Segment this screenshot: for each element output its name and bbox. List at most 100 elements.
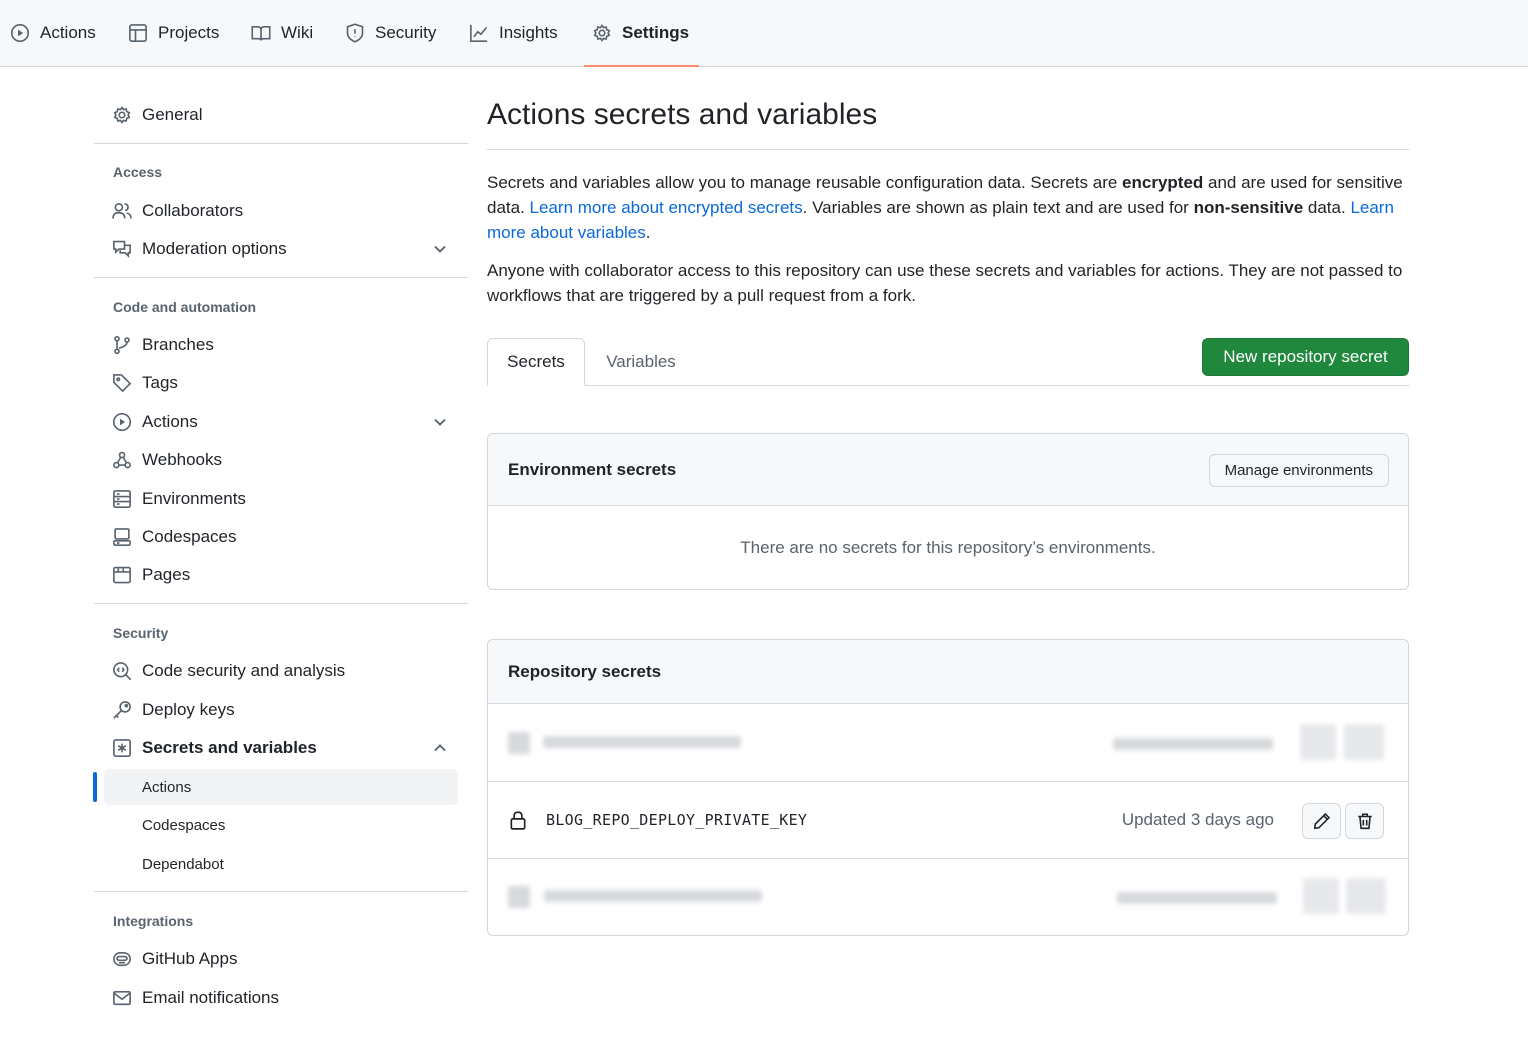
repository-secrets-box: Repository secrets BLOG_REPO_DEPLOY_PRIV…	[487, 639, 1409, 936]
pencil-icon	[1313, 812, 1331, 830]
sidebar-item-email-notifications[interactable]: Email notifications	[104, 980, 458, 1016]
tab-variables[interactable]: Variables	[592, 338, 690, 386]
webhook-icon	[112, 450, 132, 470]
sidebar-item-label: Codespaces	[142, 527, 237, 546]
sidebar-item-branches[interactable]: Branches	[104, 327, 458, 363]
tab-label: Projects	[158, 23, 220, 42]
sidebar-item-label: Webhooks	[142, 450, 223, 469]
intro-emphasis: non-sensitive	[1193, 198, 1304, 217]
sidebar-item-label: Moderation options	[142, 239, 287, 258]
browser-icon	[112, 565, 132, 585]
sidebar-item-pages[interactable]: Pages	[104, 557, 458, 593]
redacted-secret-name	[544, 890, 762, 902]
tab-projects[interactable]: Projects	[128, 0, 219, 66]
secret-name: BLOG_REPO_DEPLOY_PRIVATE_KEY	[546, 811, 808, 829]
book-icon	[251, 23, 271, 43]
sidebar-item-collaborators[interactable]: Collaborators	[104, 193, 458, 229]
secret-row: BLOG_REPO_DEPLOY_PRIVATE_KEY Updated 3 d…	[488, 781, 1408, 858]
intro-paragraph: Secrets and variables allow you to manag…	[487, 170, 1417, 245]
sidebar-item-label: GitHub Apps	[142, 949, 238, 968]
current-item-indicator	[93, 772, 97, 802]
sidebar-item-secrets-and-variables[interactable]: Secrets and variables	[104, 730, 458, 766]
manage-environments-button[interactable]: Manage environments	[1208, 454, 1389, 487]
redacted-edit-button[interactable]	[1300, 724, 1336, 760]
branch-icon	[112, 335, 132, 355]
sidebar-item-moderation-options[interactable]: Moderation options	[104, 231, 458, 267]
tab-label: Wiki	[281, 23, 314, 42]
intro-text: data.	[1303, 198, 1351, 217]
redacted-updated-text	[1113, 738, 1273, 750]
tab-actions[interactable]: Actions	[10, 0, 96, 66]
sidebar-item-label: Branches	[142, 335, 214, 354]
intro-text: .	[645, 223, 651, 242]
sidebar-item-general[interactable]: General	[104, 97, 458, 133]
tab-insights[interactable]: Insights	[469, 0, 558, 66]
tab-secrets[interactable]: Secrets	[487, 338, 585, 386]
redacted-delete-button[interactable]	[1346, 878, 1386, 914]
page-title: Actions secrets and variables	[487, 98, 878, 131]
redacted-delete-button[interactable]	[1344, 724, 1384, 760]
environment-secrets-heading: Environment secrets	[508, 459, 677, 479]
key-asterisk-icon	[112, 738, 132, 758]
chevron-up-icon	[430, 738, 450, 758]
intro-emphasis: encrypted	[1122, 173, 1204, 192]
sidebar-subitem-codespaces[interactable]: Codespaces	[104, 807, 458, 843]
sidebar-divider	[94, 603, 468, 604]
intro-text: Secrets and variables allow you to manag…	[487, 173, 1123, 192]
redacted-secret-name	[543, 736, 741, 748]
sidebar-divider	[94, 277, 468, 278]
repository-secrets-heading: Repository secrets	[508, 661, 662, 681]
graph-icon	[469, 23, 489, 43]
sidebar-divider	[94, 143, 468, 144]
sidebar-item-label: Email notifications	[142, 988, 280, 1007]
redacted-edit-button[interactable]	[1303, 878, 1339, 914]
sidebar-item-codespaces[interactable]: Codespaces	[104, 519, 458, 555]
sidebar-heading-access: Access	[113, 164, 163, 180]
tab-label: Actions	[40, 23, 96, 42]
learn-more-secrets-link[interactable]: Learn more about encrypted secrets	[530, 198, 803, 217]
sidebar-item-label: Secrets and variables	[142, 738, 317, 757]
redacted-updated-text	[1117, 892, 1277, 904]
sidebar-subitem-dependabot[interactable]: Dependabot	[104, 846, 458, 882]
redacted-lock-icon	[508, 886, 530, 908]
environment-secrets-box: Environment secrets Manage environments …	[487, 433, 1409, 590]
sidebar-item-code-security[interactable]: Code security and analysis	[104, 653, 458, 689]
tag-icon	[112, 373, 132, 393]
tab-settings[interactable]: Settings	[583, 0, 700, 67]
sidebar-item-label: Code security and analysis	[142, 661, 346, 680]
environment-secrets-header: Environment secrets Manage environments	[488, 434, 1408, 506]
sidebar-heading-code-automation: Code and automation	[113, 299, 257, 315]
codespaces-icon	[112, 527, 132, 547]
secret-row-redacted	[488, 858, 1408, 935]
tab-label: Insights	[499, 23, 558, 42]
secret-updated-text: Updated 3 days ago	[1121, 810, 1274, 829]
collaborator-note: Anyone with collaborator access to this …	[487, 261, 1403, 305]
trash-icon	[1356, 812, 1374, 830]
tab-label: Security	[375, 23, 437, 42]
sidebar-item-label: Tags	[142, 373, 178, 392]
sidebar-item-label: Environments	[142, 489, 246, 508]
chevron-down-icon	[430, 239, 450, 259]
sidebar-divider	[94, 891, 468, 892]
sidebar-item-deploy-keys[interactable]: Deploy keys	[104, 692, 458, 728]
delete-secret-button[interactable]	[1345, 803, 1384, 839]
sidebar-subitem-actions[interactable]: Actions	[104, 769, 458, 805]
tab-wiki[interactable]: Wiki	[251, 0, 313, 66]
chevron-down-icon	[430, 412, 450, 432]
codescan-icon	[112, 661, 132, 681]
sidebar-item-label: General	[142, 105, 203, 124]
title-divider	[487, 149, 1409, 150]
server-icon	[112, 489, 132, 509]
sidebar-item-environments[interactable]: Environments	[104, 481, 458, 517]
sidebar-item-webhooks[interactable]: Webhooks	[104, 442, 458, 478]
mail-icon	[112, 988, 132, 1008]
tab-security[interactable]: Security	[345, 0, 436, 66]
sidebar-item-tags[interactable]: Tags	[104, 365, 458, 401]
repo-nav: Actions Projects Wiki Security Insights …	[0, 0, 1528, 67]
key-icon	[112, 700, 132, 720]
edit-secret-button[interactable]	[1302, 803, 1341, 839]
sidebar-item-github-apps[interactable]: GitHub Apps	[104, 941, 458, 977]
new-repository-secret-button[interactable]: New repository secret	[1202, 338, 1409, 376]
intro-text: . Variables are shown as plain text and …	[802, 198, 1194, 217]
sidebar-item-actions[interactable]: Actions	[104, 404, 458, 440]
